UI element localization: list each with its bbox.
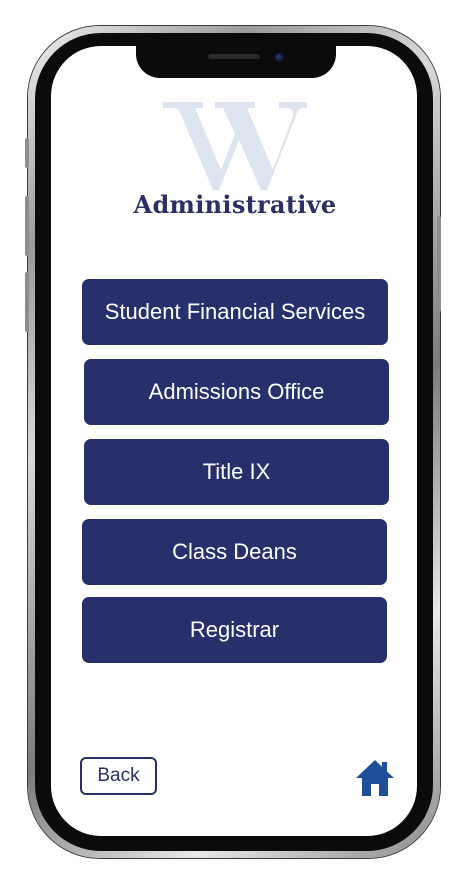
app-stage: Administrative Student Financial Service… <box>0 0 466 875</box>
logo-w-shape <box>163 102 307 190</box>
camera-icon <box>275 53 284 62</box>
title-ix-button[interactable]: Title IX <box>84 439 389 505</box>
power-button <box>437 216 441 312</box>
volume-down-button <box>25 272 29 332</box>
registrar-button[interactable]: Registrar <box>82 597 387 663</box>
class-deans-button[interactable]: Class Deans <box>82 519 387 585</box>
volume-up-button <box>25 196 29 256</box>
home-icon[interactable] <box>354 758 396 798</box>
student-financial-services-button[interactable]: Student Financial Services <box>82 279 388 345</box>
wellesley-logo <box>163 102 307 190</box>
phone-notch <box>136 38 336 78</box>
admissions-office-button[interactable]: Admissions Office <box>84 359 389 425</box>
back-button[interactable]: Back <box>80 757 157 795</box>
page-title: Administrative <box>133 190 337 219</box>
silent-switch <box>25 138 29 168</box>
